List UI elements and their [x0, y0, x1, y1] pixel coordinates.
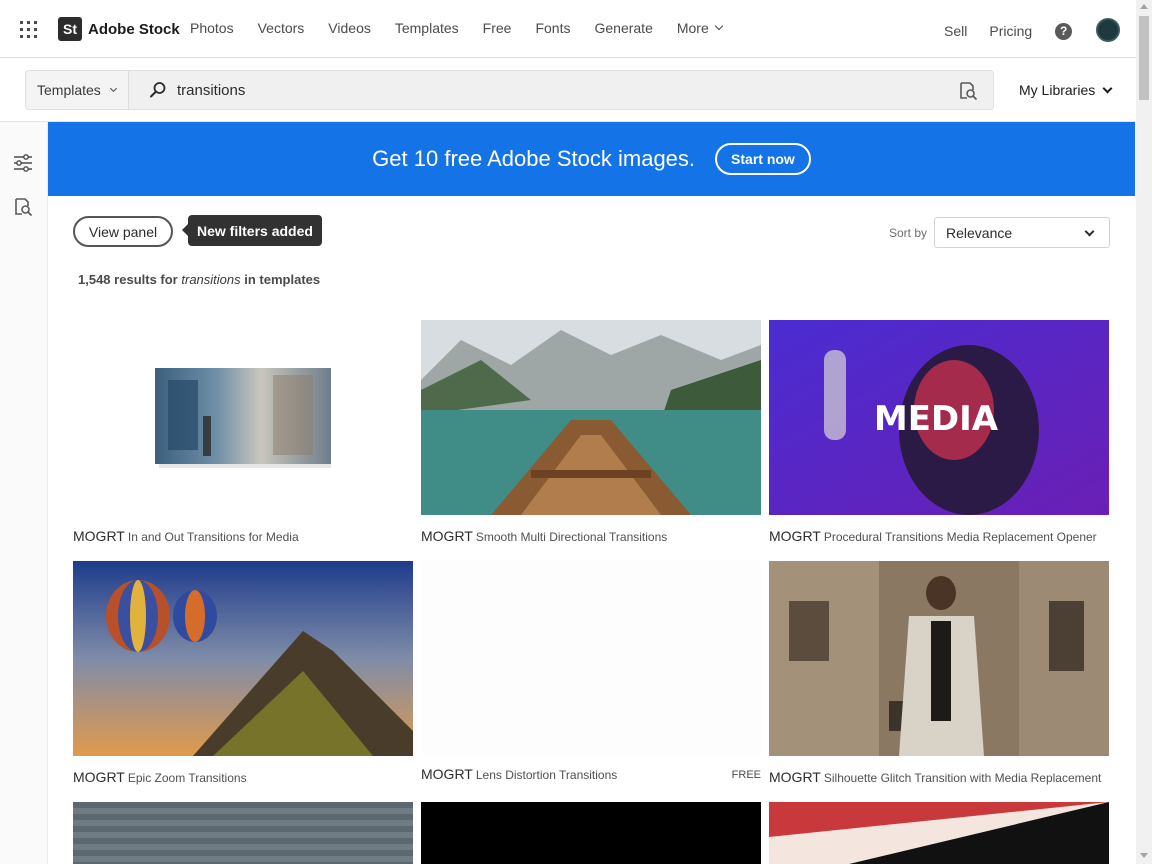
visual-search-icon[interactable]: [12, 196, 34, 218]
card-title[interactable]: In and Out Transitions for Media: [128, 530, 299, 544]
search-icon: [150, 82, 166, 98]
adobe-stock-logo[interactable]: St Adobe Stock: [58, 17, 180, 41]
free-badge: FREE: [731, 769, 761, 781]
geometric-image: [769, 802, 1109, 864]
page-scrollbar[interactable]: [1136, 0, 1152, 864]
card-title[interactable]: Procedural Transitions Media Replacement…: [824, 530, 1097, 544]
asset-type-value: Templates: [37, 82, 101, 98]
promo-banner: Get 10 free Adobe Stock images. Start no…: [48, 122, 1135, 196]
my-libraries-button[interactable]: My Libraries: [1019, 82, 1113, 98]
nav-free[interactable]: Free: [483, 20, 512, 36]
logo-badge: St: [58, 17, 82, 41]
nav-vectors[interactable]: Vectors: [258, 20, 305, 36]
top-navigation: St Adobe Stock Photos Vectors Videos Tem…: [0, 0, 1136, 58]
thumbnail[interactable]: [421, 320, 761, 515]
card-title[interactable]: Smooth Multi Directional Transitions: [476, 530, 667, 544]
thumbnail[interactable]: [73, 802, 413, 864]
visual-search-icon[interactable]: [958, 81, 978, 101]
nav-templates[interactable]: Templates: [395, 20, 459, 36]
results-count: 1,548 results for transitions in templat…: [78, 272, 320, 287]
search-row: Templates transitions My Libraries: [0, 58, 1136, 122]
search-input[interactable]: transitions: [177, 82, 245, 99]
result-card[interactable]: MOGRT In and Out Transitions for Media: [73, 320, 413, 544]
card-type: MOGRT: [769, 528, 821, 544]
avatar[interactable]: [1096, 18, 1121, 42]
chevron-down-icon: [714, 21, 724, 31]
thumbnail[interactable]: [421, 802, 761, 864]
thumbnail[interactable]: [73, 320, 413, 515]
card-type: MOGRT: [421, 766, 473, 782]
card-caption: MOGRT In and Out Transitions for Media: [73, 528, 413, 544]
sell-link[interactable]: Sell: [944, 23, 967, 39]
media-thumb-text: MEDIA: [874, 399, 999, 439]
result-card[interactable]: MOGRT Epic Zoom Transitions: [73, 561, 413, 785]
sort-value: Relevance: [946, 224, 1013, 241]
nav-more-label: More: [676, 20, 709, 36]
sort-label: Sort by: [889, 226, 928, 240]
result-card[interactable]: MEDIA MOGRT Procedural Transitions Media …: [769, 320, 1109, 544]
card-caption: MOGRT Lens Distortion Transitions FREE: [421, 766, 761, 782]
chevron-down-icon: [1084, 226, 1095, 237]
result-card[interactable]: [769, 802, 1109, 864]
card-title[interactable]: Epic Zoom Transitions: [128, 771, 247, 785]
card-caption: MOGRT Procedural Transitions Media Replac…: [769, 528, 1109, 544]
nav-more[interactable]: More: [676, 20, 724, 36]
balloons-image: [73, 561, 413, 756]
new-filters-tooltip: New filters added: [182, 215, 322, 246]
card-title[interactable]: Silhouette Glitch Transition with Media …: [824, 771, 1101, 785]
results-number: 1,548: [78, 272, 111, 287]
banner-text: Get 10 free Adobe Stock images.: [372, 146, 696, 171]
scroll-down-arrow-icon[interactable]: [1140, 853, 1148, 858]
card-type: MOGRT: [73, 769, 125, 785]
chevron-down-icon: [1102, 83, 1113, 93]
thumbnail[interactable]: [769, 561, 1109, 756]
scroll-up-arrow-icon[interactable]: [1140, 4, 1148, 9]
thumbnail[interactable]: MEDIA: [769, 320, 1109, 515]
left-rail: [0, 122, 48, 864]
asset-type-dropdown[interactable]: Templates: [26, 71, 129, 109]
help-icon[interactable]: ?: [1055, 22, 1073, 40]
scroll-thumb[interactable]: [1139, 16, 1149, 100]
result-card[interactable]: MOGRT Lens Distortion Transitions FREE: [421, 561, 761, 782]
chevron-down-icon: [109, 84, 117, 93]
filters-icon[interactable]: [12, 152, 34, 174]
thumbnail[interactable]: [73, 561, 413, 756]
nav-links: Photos Vectors Videos Templates Free Fon…: [190, 20, 746, 36]
thumbnail[interactable]: [769, 802, 1109, 864]
lake-boat-image: [421, 320, 761, 515]
result-card[interactable]: [421, 802, 761, 864]
nav-videos[interactable]: Videos: [328, 20, 371, 36]
search-bar: Templates transitions: [25, 70, 994, 110]
result-card[interactable]: MOGRT Smooth Multi Directional Transition…: [421, 320, 761, 544]
card-type: MOGRT: [421, 528, 473, 544]
media-singer-image: MEDIA: [769, 320, 1109, 515]
nav-generate[interactable]: Generate: [594, 20, 652, 36]
nav-photos[interactable]: Photos: [190, 20, 234, 36]
thumbnail[interactable]: [421, 561, 761, 756]
man-building-image: [769, 561, 1109, 756]
start-now-button[interactable]: Start now: [715, 143, 811, 175]
card-caption: MOGRT Smooth Multi Directional Transition…: [421, 528, 761, 544]
pricing-link[interactable]: Pricing: [989, 23, 1032, 39]
view-panel-button[interactable]: View panel: [73, 216, 173, 247]
results-term: transitions: [181, 272, 241, 287]
card-caption: MOGRT Epic Zoom Transitions: [73, 769, 413, 785]
nav-right: Sell Pricing ?: [944, 18, 1121, 42]
card-type: MOGRT: [769, 769, 821, 785]
card-caption: MOGRT Silhouette Glitch Transition with M…: [769, 769, 1109, 785]
result-card[interactable]: [73, 802, 413, 864]
results-text: results for: [114, 272, 178, 287]
my-libraries-label: My Libraries: [1019, 82, 1096, 98]
results-scope: in templates: [244, 272, 321, 287]
app-switcher-icon[interactable]: [20, 21, 37, 38]
card-title[interactable]: Lens Distortion Transitions: [476, 768, 617, 782]
logo-text: Adobe Stock: [88, 20, 180, 38]
nav-fonts[interactable]: Fonts: [535, 20, 570, 36]
result-card[interactable]: MOGRT Silhouette Glitch Transition with M…: [769, 561, 1109, 785]
sort-dropdown[interactable]: Relevance: [934, 217, 1110, 248]
card-type: MOGRT: [73, 528, 125, 544]
street-blur-image: [155, 368, 331, 468]
